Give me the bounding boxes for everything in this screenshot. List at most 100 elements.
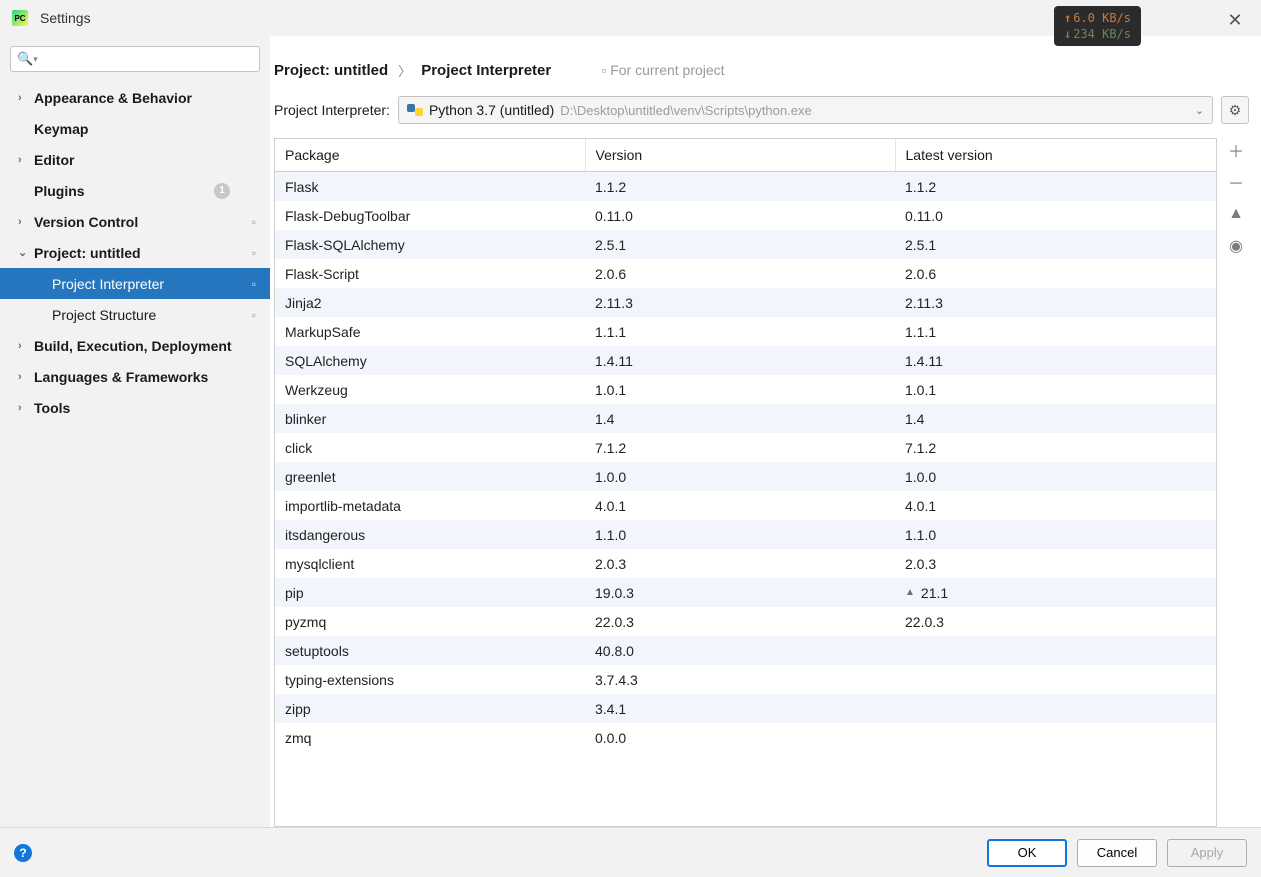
sidebar-item-project-structure[interactable]: Project Structure▫	[0, 299, 270, 330]
gear-icon: ⚙	[1229, 102, 1242, 119]
cell-latest	[895, 723, 1216, 752]
col-latest[interactable]: Latest version	[895, 139, 1216, 172]
sidebar-item-languages-frameworks[interactable]: ›Languages & Frameworks	[0, 361, 270, 392]
sidebar-item-project-interpreter[interactable]: Project Interpreter▫	[0, 268, 270, 299]
table-row[interactable]: MarkupSafe1.1.11.1.1	[275, 317, 1216, 346]
cell-latest: 2.11.3	[895, 288, 1216, 317]
table-row[interactable]: zmq0.0.0	[275, 723, 1216, 752]
chevron-down-icon: ⌄	[1195, 104, 1204, 117]
table-row[interactable]: pyzmq22.0.322.0.3	[275, 607, 1216, 636]
interpreter-name: Python 3.7 (untitled)	[429, 102, 554, 118]
table-row[interactable]: greenlet1.0.01.0.0	[275, 462, 1216, 491]
breadcrumb: Project: untitled 〉 Project Interpreter …	[270, 54, 1261, 86]
add-package-button[interactable]: ＋	[1226, 140, 1246, 160]
table-row[interactable]: Flask-DebugToolbar0.11.00.11.0	[275, 201, 1216, 230]
table-row[interactable]: Jinja22.11.32.11.3	[275, 288, 1216, 317]
sidebar-item-project-untitled[interactable]: ⌄Project: untitled▫	[0, 237, 270, 268]
table-row[interactable]: itsdangerous1.1.01.1.0	[275, 520, 1216, 549]
show-early-releases-button[interactable]: ◉	[1226, 236, 1246, 256]
sidebar-item-editor[interactable]: ›Editor	[0, 144, 270, 175]
table-row[interactable]: zipp3.4.1	[275, 694, 1216, 723]
col-version[interactable]: Version	[585, 139, 895, 172]
sidebar-item-build-execution-deployment[interactable]: ›Build, Execution, Deployment	[0, 330, 270, 361]
project-scope-icon: ▫	[601, 62, 606, 78]
cell-package: blinker	[275, 404, 585, 433]
cell-version: 1.0.1	[585, 375, 895, 404]
cell-latest: 1.4.11	[895, 346, 1216, 375]
cell-latest: 1.0.1	[895, 375, 1216, 404]
cell-package: Flask	[275, 172, 585, 202]
cell-package: SQLAlchemy	[275, 346, 585, 375]
sidebar-item-label: Version Control	[34, 214, 138, 230]
main-panel: Project: untitled 〉 Project Interpreter …	[270, 36, 1261, 827]
table-row[interactable]: Werkzeug1.0.11.0.1	[275, 375, 1216, 404]
cell-version: 3.4.1	[585, 694, 895, 723]
sidebar-item-label: Editor	[34, 152, 74, 168]
cell-latest: ▲21.1	[895, 578, 1216, 607]
window-title: Settings	[40, 10, 91, 26]
cell-package: MarkupSafe	[275, 317, 585, 346]
cell-version: 4.0.1	[585, 491, 895, 520]
table-row[interactable]: Flask1.1.21.1.2	[275, 172, 1216, 202]
help-button[interactable]: ?	[14, 844, 32, 862]
cell-package: Flask-SQLAlchemy	[275, 230, 585, 259]
table-row[interactable]: Flask-Script2.0.62.0.6	[275, 259, 1216, 288]
sidebar-item-version-control[interactable]: ›Version Control▫	[0, 206, 270, 237]
interpreter-dropdown[interactable]: Python 3.7 (untitled) D:\Desktop\untitle…	[398, 96, 1213, 124]
table-row[interactable]: setuptools40.8.0	[275, 636, 1216, 665]
table-row[interactable]: Flask-SQLAlchemy2.5.12.5.1	[275, 230, 1216, 259]
sidebar-item-label: Project: untitled	[34, 245, 141, 261]
sidebar-item-keymap[interactable]: Keymap	[0, 113, 270, 144]
cell-version: 2.0.3	[585, 549, 895, 578]
remove-package-button[interactable]: －	[1226, 172, 1246, 192]
cell-version: 2.11.3	[585, 288, 895, 317]
table-row[interactable]: mysqlclient2.0.32.0.3	[275, 549, 1216, 578]
upgrade-package-button[interactable]: ▲	[1226, 204, 1246, 224]
table-row[interactable]: typing-extensions3.7.4.3	[275, 665, 1216, 694]
close-button[interactable]: ✕	[1223, 8, 1247, 32]
table-row[interactable]: importlib-metadata4.0.14.0.1	[275, 491, 1216, 520]
sidebar-item-tools[interactable]: ›Tools	[0, 392, 270, 423]
crumb-project: Project: untitled	[274, 62, 388, 79]
table-row[interactable]: blinker1.41.4	[275, 404, 1216, 433]
project-scope-icon: ▫	[252, 246, 256, 260]
cell-package: zmq	[275, 723, 585, 752]
search-input[interactable]	[38, 52, 259, 67]
packages-table[interactable]: Package Version Latest version Flask 1.1.…	[274, 138, 1217, 827]
cell-version: 19.0.3	[585, 578, 895, 607]
package-tools: ＋ － ▲ ◉	[1223, 138, 1249, 827]
interpreter-settings-button[interactable]: ⚙	[1221, 96, 1249, 124]
cell-package: zipp	[275, 694, 585, 723]
apply-button[interactable]: Apply	[1167, 839, 1247, 867]
sidebar: 🔍▾ ›Appearance & BehaviorKeymap›EditorPl…	[0, 36, 270, 827]
cell-latest: 4.0.1	[895, 491, 1216, 520]
cancel-button[interactable]: Cancel	[1077, 839, 1157, 867]
interpreter-path: D:\Desktop\untitled\venv\Scripts\python.…	[560, 103, 811, 118]
table-row[interactable]: pip19.0.3▲21.1	[275, 578, 1216, 607]
ok-button[interactable]: OK	[987, 839, 1067, 867]
cell-package: greenlet	[275, 462, 585, 491]
sidebar-item-label: Tools	[34, 400, 70, 416]
project-scope-icon: ▫	[252, 308, 256, 322]
cell-latest: 1.0.0	[895, 462, 1216, 491]
cell-latest	[895, 636, 1216, 665]
cell-version: 7.1.2	[585, 433, 895, 462]
col-package[interactable]: Package	[275, 139, 585, 172]
chevron-right-icon: ›	[18, 92, 32, 104]
table-row[interactable]: click7.1.27.1.2	[275, 433, 1216, 462]
cell-version: 0.11.0	[585, 201, 895, 230]
dialog-footer: ? OK Cancel Apply	[0, 827, 1261, 877]
chevron-right-icon: ›	[18, 340, 32, 352]
sidebar-item-plugins[interactable]: Plugins1	[0, 175, 270, 206]
chevron-right-icon: 〉	[398, 61, 411, 80]
cell-latest	[895, 665, 1216, 694]
search-box[interactable]: 🔍▾	[10, 46, 260, 72]
sidebar-item-label: Keymap	[34, 121, 88, 137]
sidebar-item-label: Build, Execution, Deployment	[34, 338, 232, 354]
network-badge: ↑6.0 KB/s ↓234 KB/s	[1054, 6, 1141, 46]
cell-latest: 1.1.2	[895, 172, 1216, 201]
cell-latest: 2.0.3	[895, 549, 1216, 578]
sidebar-item-appearance-behavior[interactable]: ›Appearance & Behavior	[0, 82, 270, 113]
table-row[interactable]: SQLAlchemy1.4.111.4.11	[275, 346, 1216, 375]
cell-package: pip	[275, 578, 585, 607]
